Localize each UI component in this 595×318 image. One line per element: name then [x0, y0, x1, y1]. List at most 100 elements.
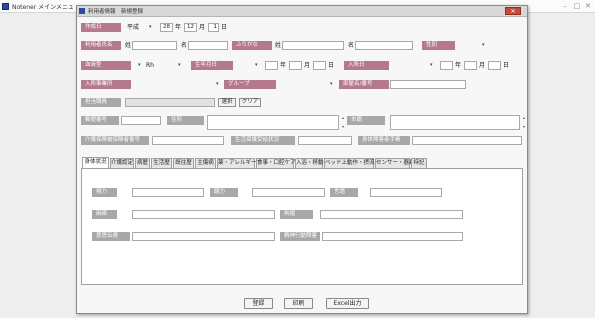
staff-label: 担当職員: [81, 98, 121, 107]
admission-day-field[interactable]: [488, 61, 501, 70]
admission-year-field[interactable]: [440, 61, 453, 70]
entry-office-dropdown-icon[interactable]: ▾: [216, 80, 219, 89]
tab-panel-body-status: 視力 聴力 言語 麻痺 拘縮 意思伝達 精神行動障害: [81, 168, 523, 285]
tab-main-illness[interactable]: 主傷病: [195, 158, 216, 168]
rh-label: Rh: [146, 62, 154, 69]
welfare-label: 生活保護受給状況: [231, 136, 295, 145]
address-label: 住所: [167, 116, 204, 125]
staff-select-button[interactable]: 選択: [218, 98, 236, 107]
furigana-last-prefix: 姓: [275, 42, 282, 49]
creation-month-unit: 月: [199, 24, 206, 31]
main-window-title: Notener メインメニュ: [12, 4, 74, 11]
gender-dropdown-icon[interactable]: ▾: [482, 41, 485, 50]
birth-month-unit: 月: [304, 62, 311, 69]
minimize-icon[interactable]: –: [560, 2, 570, 10]
creation-date-era[interactable]: 平成: [127, 23, 139, 32]
group-label: グループ: [224, 80, 276, 89]
birth-day-field[interactable]: [313, 61, 326, 70]
creation-year-field[interactable]: 28: [160, 23, 173, 32]
birth-year-unit: 年: [280, 62, 287, 69]
tab-bathing-movement[interactable]: 入浴・移動: [295, 158, 324, 168]
domicile-scroll-down-icon[interactable]: ▾: [522, 125, 526, 129]
gender-label: 性別: [422, 41, 455, 50]
user-first-name-field[interactable]: [188, 41, 228, 50]
maximize-icon[interactable]: □: [572, 2, 582, 10]
care-insurance-field[interactable]: [152, 136, 224, 145]
admission-date-label: 入所日: [344, 61, 389, 70]
era-dropdown-icon[interactable]: ▾: [149, 23, 152, 32]
tab-sensor-equipment[interactable]: センサー・器具: [375, 158, 415, 168]
app-logo-icon: [2, 3, 9, 10]
tab-life-history[interactable]: 生活歴: [151, 158, 172, 168]
blood-type-dropdown-icon[interactable]: ▾: [138, 61, 141, 70]
furigana-first-prefix: 名: [348, 42, 355, 49]
disability-field[interactable]: [412, 136, 522, 145]
birth-day-unit: 日: [328, 62, 335, 69]
creation-date-label: 作成日: [81, 23, 121, 32]
rh-dropdown-icon[interactable]: ▾: [178, 61, 181, 70]
address-scroll-up-icon[interactable]: ▴: [341, 116, 345, 120]
mental-disorder-field[interactable]: [322, 232, 463, 241]
close-icon[interactable]: ✕: [583, 2, 593, 10]
address-field[interactable]: [207, 115, 339, 130]
communication-field[interactable]: [132, 232, 275, 241]
domicile-scroll-up-icon[interactable]: ▴: [522, 116, 526, 120]
print-button[interactable]: 印刷: [284, 298, 313, 309]
entry-office-label: 入所事業所: [81, 80, 131, 89]
room-field[interactable]: [390, 80, 466, 89]
user-name-label: 利用者氏名: [81, 41, 121, 50]
birth-date-label: 生年月日: [191, 61, 233, 70]
blood-type-label: 血液型: [81, 61, 131, 70]
communication-label: 意思伝達: [92, 232, 130, 241]
dialog-title: 利用者情報 新規登録: [88, 9, 144, 15]
group-dropdown-icon[interactable]: ▾: [330, 80, 333, 89]
dialog-app-icon: [79, 8, 85, 14]
vision-field[interactable]: [132, 188, 204, 197]
contracture-label: 拘縮: [280, 210, 313, 219]
register-button[interactable]: 登録: [244, 298, 273, 309]
birth-era-dropdown-icon[interactable]: ▾: [255, 61, 258, 70]
creation-day-field[interactable]: 1: [208, 23, 219, 32]
admission-year-unit: 年: [455, 62, 462, 69]
hearing-field[interactable]: [252, 188, 325, 197]
speech-label: 言語: [330, 188, 358, 197]
disability-label: 身体障害者手帳: [358, 136, 410, 145]
tab-care-certification[interactable]: 介護認定: [110, 158, 134, 168]
tab-body-status[interactable]: 身体状況: [82, 157, 109, 168]
admission-month-field[interactable]: [464, 61, 477, 70]
welfare-field[interactable]: [298, 136, 352, 145]
creation-day-unit: 日: [221, 24, 228, 31]
staff-clear-button[interactable]: クリア: [239, 98, 261, 107]
tab-meal-oral-care[interactable]: 食事・口腔ケア: [256, 158, 296, 168]
tab-special-notes[interactable]: 特記: [411, 158, 427, 168]
furigana-last-field[interactable]: [282, 41, 344, 50]
hearing-label: 聴力: [210, 188, 238, 197]
contracture-field[interactable]: [320, 210, 463, 219]
tab-medicine-allergy[interactable]: 薬・アレルギー: [217, 158, 257, 168]
tab-bed-motion[interactable]: ベッド上動作・摂流: [324, 158, 375, 168]
tab-medical-history[interactable]: 病歴: [135, 158, 150, 168]
birth-year-field[interactable]: [265, 61, 278, 70]
birth-month-field[interactable]: [289, 61, 302, 70]
user-name-first-prefix: 名: [181, 42, 188, 49]
vision-label: 視力: [92, 188, 117, 197]
creation-month-field[interactable]: 12: [184, 23, 197, 32]
speech-field[interactable]: [370, 188, 442, 197]
room-label: 部屋名/番号: [339, 80, 389, 89]
admission-era-dropdown-icon[interactable]: ▾: [430, 61, 433, 70]
furigana-first-field[interactable]: [355, 41, 413, 50]
address-scroll-down-icon[interactable]: ▾: [341, 125, 345, 129]
domicile-field[interactable]: [390, 115, 520, 130]
care-insurance-label: 介護保険被保険者番号: [81, 136, 149, 145]
paralysis-field[interactable]: [132, 210, 275, 219]
paralysis-label: 麻痺: [92, 210, 117, 219]
creation-year-unit: 年: [175, 24, 182, 31]
furigana-label: ふりがな: [232, 41, 272, 50]
user-last-name-field[interactable]: [132, 41, 177, 50]
excel-export-button[interactable]: Excel出力: [326, 298, 369, 309]
postal-code-field[interactable]: [121, 116, 161, 125]
domicile-label: 本籍: [347, 116, 385, 125]
staff-field: [125, 98, 215, 107]
tab-past-history[interactable]: 既往歴: [173, 158, 194, 168]
dialog-close-button[interactable]: ✕: [505, 7, 521, 15]
